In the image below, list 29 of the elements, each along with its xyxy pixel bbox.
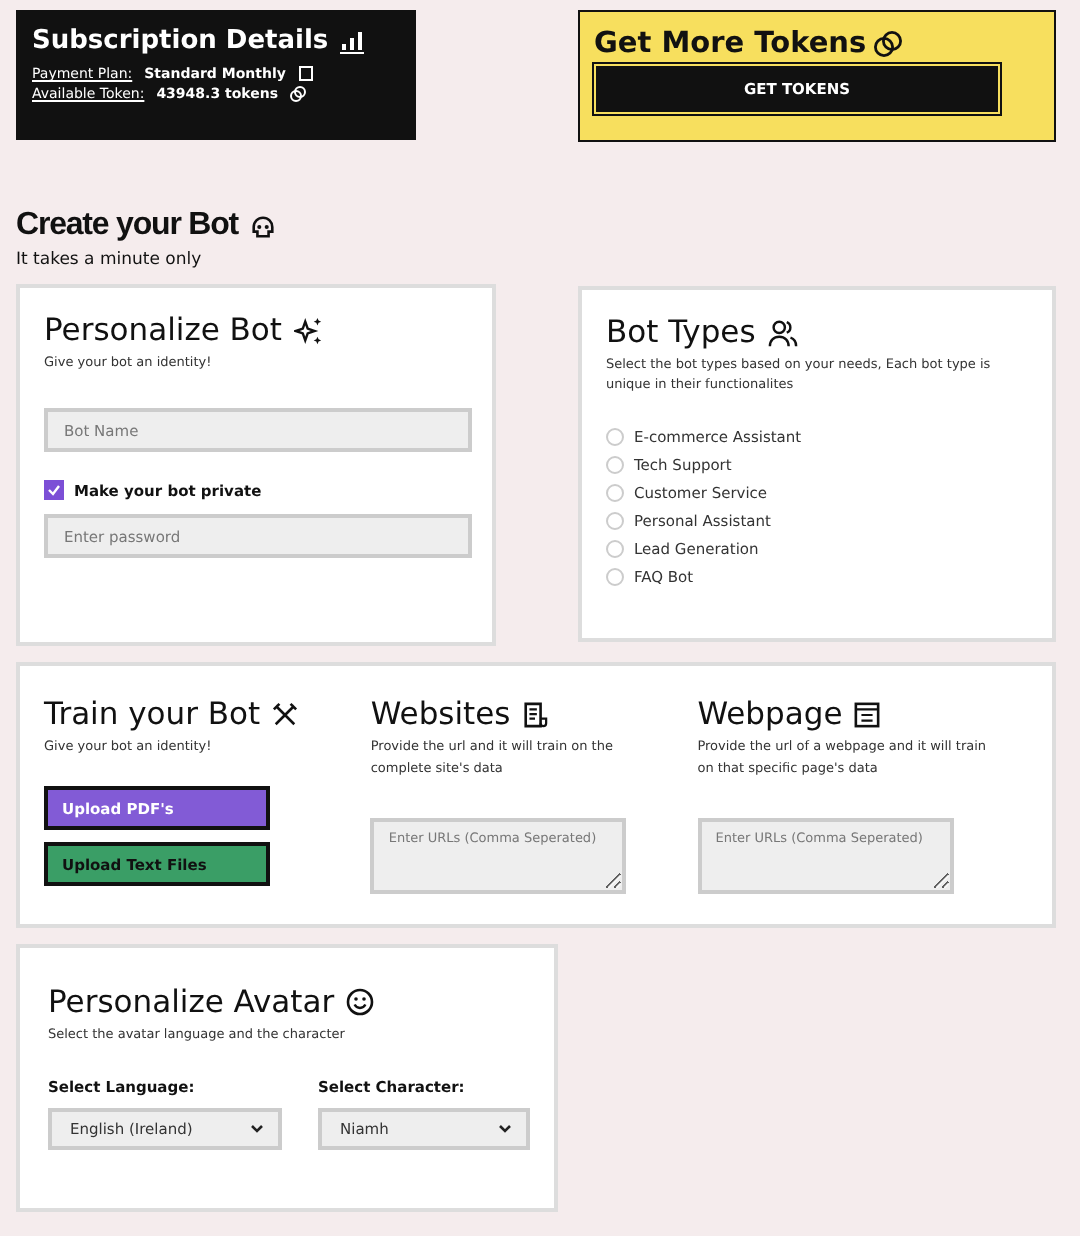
browser-window-icon xyxy=(854,701,881,727)
card-title: Bot Types xyxy=(606,314,756,350)
sparkles-icon xyxy=(294,315,324,345)
radio-button[interactable] xyxy=(606,568,624,586)
chevron-down-icon xyxy=(250,1124,264,1134)
bar-chart-icon xyxy=(340,29,365,53)
radio-button[interactable] xyxy=(606,428,624,446)
private-checkbox[interactable] xyxy=(44,480,64,500)
users-icon xyxy=(767,317,798,347)
document-icon xyxy=(522,701,549,727)
section-subtitle: It takes a minute only xyxy=(16,250,204,270)
card-title: Train your Bot xyxy=(44,696,261,732)
card-title: Webpage xyxy=(697,696,843,732)
card-title: Websites xyxy=(370,696,511,732)
section-title: Create your Bot xyxy=(16,208,239,244)
panel-title: Get More Tokens xyxy=(594,28,867,60)
panel-title: Subscription Details xyxy=(32,26,329,56)
chevron-down-icon xyxy=(498,1124,512,1134)
radio-button[interactable] xyxy=(606,484,624,502)
skull-icon xyxy=(250,213,277,239)
smiley-icon xyxy=(346,988,375,1016)
card-title: Personalize Avatar xyxy=(48,984,335,1020)
coins-icon xyxy=(290,86,307,102)
radio-button[interactable] xyxy=(606,512,624,530)
radio-button[interactable] xyxy=(606,456,624,474)
tools-icon xyxy=(272,701,299,727)
coins-icon xyxy=(874,30,903,58)
card-title: Personalize Bot xyxy=(44,312,282,348)
radio-button[interactable] xyxy=(606,540,624,558)
